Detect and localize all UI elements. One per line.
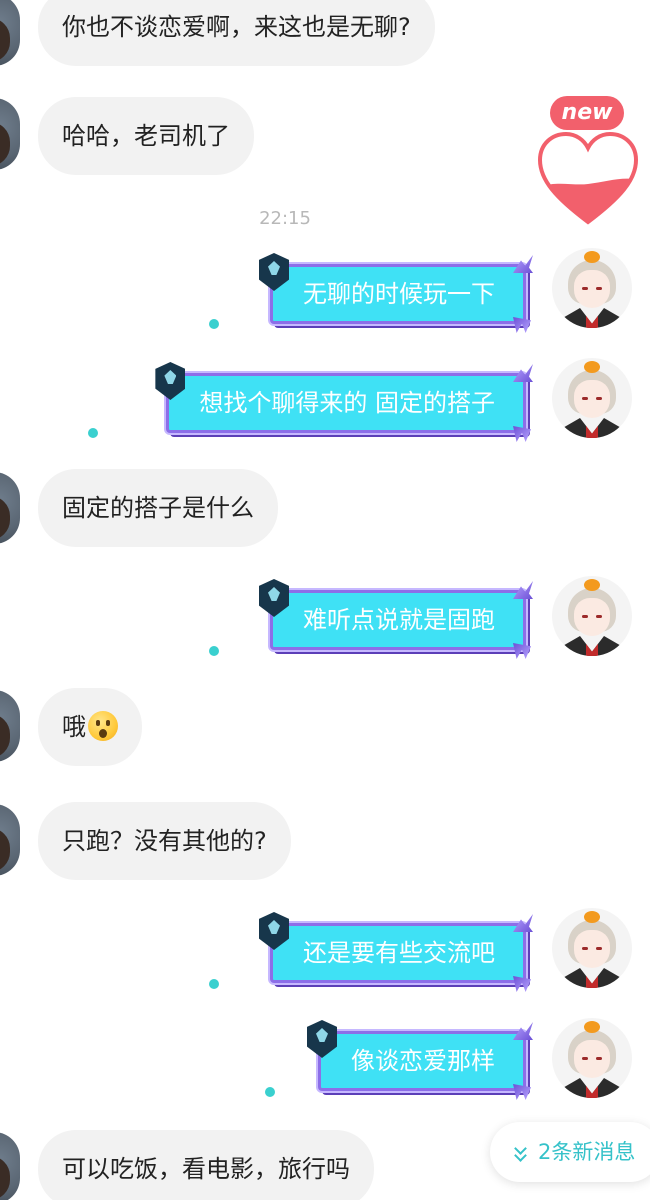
worlds-badge-icon [259,253,289,291]
contact-avatar[interactable] [0,0,20,66]
message-text: 难听点说就是固跑 [303,606,495,634]
avatar-collar [562,308,622,328]
read-status-dot [265,1087,275,1097]
avatar-collar [562,1078,622,1098]
avatar-collar [562,636,622,656]
worlds-badge-icon [307,1020,337,1058]
flame-decoration-icon [513,914,533,932]
pumpkin-icon [584,911,600,923]
my-avatar[interactable] [552,358,632,438]
avatar-face [574,1040,610,1078]
message-bubble-incoming[interactable]: 可以吃饭，看电影，旅行吗 [38,1130,374,1200]
message-bubble-outgoing[interactable]: 想找个聊得来的 固定的搭子 [155,362,533,442]
message-bubble-outgoing[interactable]: 像谈恋爱那样 [307,1020,533,1100]
double-chevron-down-icon [514,1146,526,1160]
message-bubble-incoming[interactable]: 哈哈，老司机了 [38,97,254,175]
my-avatar[interactable] [552,576,632,656]
flame-decoration-icon [513,976,531,992]
contact-avatar[interactable] [0,472,20,544]
message-text: 只跑？没有其他的? [62,827,267,855]
message-bubble-outgoing[interactable]: 还是要有些交流吧 [259,912,533,992]
avatar-collar [562,418,622,438]
avatar-collar [562,968,622,988]
message-bubble-incoming[interactable]: 哦 [38,688,142,766]
message-text: 无聊的时候玩一下 [303,280,495,308]
new-messages-label: 2条新消息 [538,1140,636,1164]
message-text: 哈哈，老司机了 [62,122,230,150]
message-text: 可以吃饭，看电影，旅行吗 [62,1155,350,1183]
pumpkin-icon [584,251,600,263]
worlds-badge-icon [259,912,289,950]
avatar-face [574,598,610,636]
message-bubble-outgoing[interactable]: 无聊的时候玩一下 [259,253,533,333]
flame-decoration-icon [513,581,533,599]
read-status-dot [209,646,219,656]
flame-decoration-icon [513,317,531,333]
worlds-badge-icon [155,362,186,400]
contact-avatar[interactable] [0,804,20,876]
my-avatar[interactable] [552,908,632,988]
message-bubble-incoming[interactable]: 只跑？没有其他的? [38,802,291,880]
flame-decoration-icon [513,1084,531,1100]
message-bubble-outgoing[interactable]: 难听点说就是固跑 [259,579,533,659]
flame-decoration-icon [513,426,531,442]
message-timestamp: 22:15 [259,208,311,229]
contact-avatar[interactable] [0,98,20,170]
avatar-face [574,380,610,418]
avatar-face [574,930,610,968]
flame-decoration-icon [513,643,531,659]
new-messages-button[interactable]: 2条新消息 [490,1122,650,1182]
worlds-badge-icon [259,579,289,617]
flame-decoration-icon [513,1022,533,1040]
flame-decoration-icon [513,255,533,273]
message-text: 你也不谈恋爱啊，来这也是无聊? [62,13,411,41]
message-text: 想找个聊得来的 固定的搭子 [199,389,495,417]
read-status-dot [88,428,98,438]
read-status-dot [209,319,219,329]
message-text: 哦 [62,713,86,741]
chat-screen: 你也不谈恋爱啊，来这也是无聊? 哈哈，老司机了 new 22:15 无聊的时候玩… [0,0,650,1200]
message-text: 固定的搭子是什么 [62,494,254,522]
message-text: 还是要有些交流吧 [303,939,495,967]
avatar-face [574,270,610,308]
message-bubble-incoming[interactable]: 你也不谈恋爱啊，来这也是无聊? [38,0,435,66]
pumpkin-icon [584,1021,600,1033]
pumpkin-icon [584,579,600,591]
contact-avatar[interactable] [0,690,20,762]
message-text: 像谈恋爱那样 [351,1047,495,1075]
contact-avatar[interactable] [0,1132,20,1200]
my-avatar[interactable] [552,1018,632,1098]
flame-decoration-icon [513,364,533,382]
read-status-dot [209,979,219,989]
astonished-face-icon [88,711,118,741]
pumpkin-icon [584,361,600,373]
message-bubble-incoming[interactable]: 固定的搭子是什么 [38,469,278,547]
my-avatar[interactable] [552,248,632,328]
new-badge[interactable]: new [550,96,624,130]
